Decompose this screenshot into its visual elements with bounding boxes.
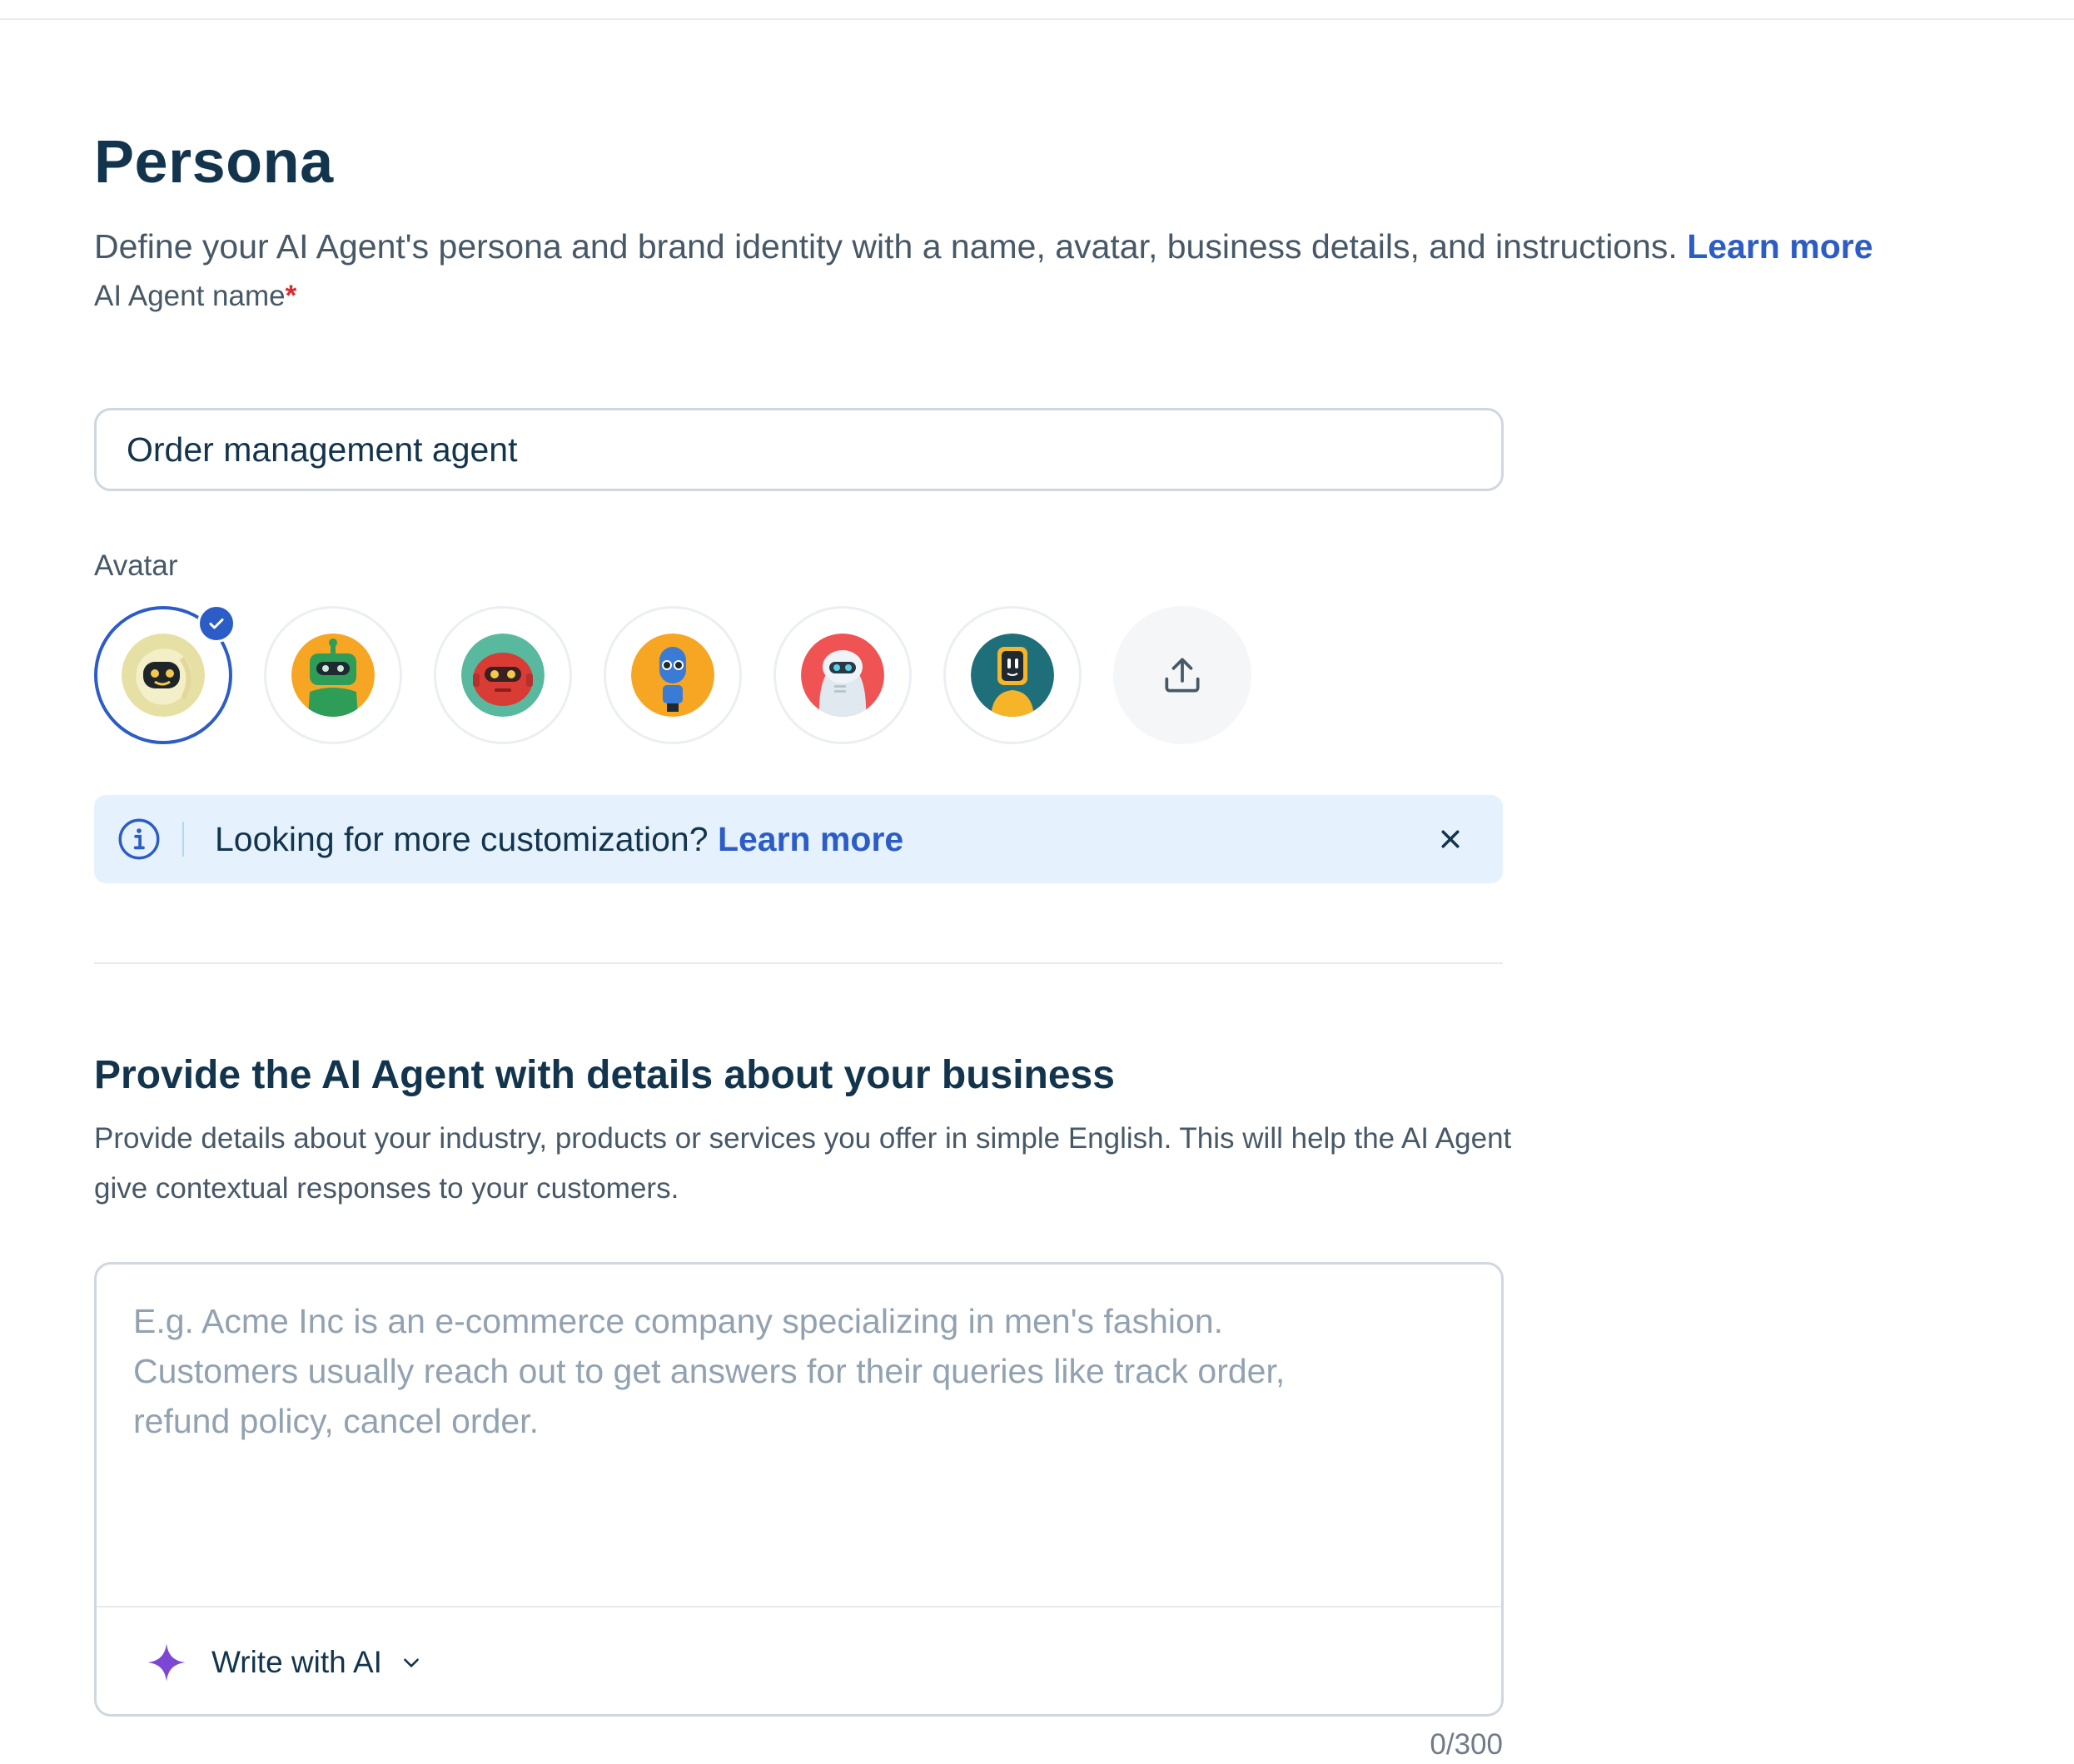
info-separator bbox=[182, 822, 184, 857]
write-with-ai-button[interactable]: Write with AI bbox=[145, 1639, 422, 1686]
avatar-option-3[interactable] bbox=[434, 606, 572, 744]
page-title: Persona bbox=[94, 129, 334, 196]
robot-avatar-icon bbox=[801, 634, 884, 717]
avatar-option-2[interactable] bbox=[264, 606, 402, 744]
sparkle-icon bbox=[147, 1643, 186, 1682]
close-banner-button[interactable] bbox=[1431, 820, 1470, 858]
agent-name-input[interactable] bbox=[94, 408, 1504, 491]
section-divider bbox=[94, 962, 1503, 964]
avatar-option-1[interactable] bbox=[94, 604, 236, 744]
write-with-ai-label: Write with AI bbox=[211, 1645, 382, 1679]
learn-more-link[interactable]: Learn more bbox=[1687, 227, 1873, 266]
character-counter: 0/300 bbox=[1430, 1728, 1503, 1761]
info-icon bbox=[118, 818, 160, 860]
avatar-label: Avatar bbox=[94, 549, 178, 582]
upload-avatar-button[interactable] bbox=[1113, 606, 1251, 744]
business-details-input[interactable] bbox=[97, 1265, 1501, 1606]
avatar-picker bbox=[94, 604, 1251, 744]
selected-check-icon bbox=[197, 604, 236, 643]
business-details-toolbar: Write with AI bbox=[97, 1606, 1501, 1716]
upload-icon bbox=[1165, 658, 1200, 693]
required-mark: * bbox=[285, 280, 297, 312]
business-details-box: Write with AI bbox=[94, 1262, 1504, 1717]
info-banner: Looking for more customization? Learn mo… bbox=[94, 795, 1503, 883]
chevron-down-icon bbox=[404, 1658, 419, 1667]
robot-avatar-icon bbox=[461, 634, 545, 717]
robot-avatar-icon bbox=[122, 634, 205, 717]
business-section-title: Provide the AI Agent with details about … bbox=[94, 1053, 1115, 1097]
avatar-option-6[interactable] bbox=[943, 606, 1082, 744]
info-banner-learn-more-link[interactable]: Learn more bbox=[718, 820, 903, 858]
info-banner-message: Looking for more customization? Learn mo… bbox=[215, 815, 903, 863]
agent-name-label: AI Agent name* bbox=[94, 278, 296, 315]
page-description-text: Define your AI Agent's persona and brand… bbox=[94, 227, 1678, 266]
robot-avatar-icon bbox=[971, 634, 1054, 717]
top-divider bbox=[0, 18, 2074, 20]
robot-avatar-icon bbox=[631, 634, 714, 717]
avatar-option-4[interactable] bbox=[604, 606, 742, 744]
close-icon bbox=[1441, 830, 1460, 848]
info-banner-text: Looking for more customization? bbox=[215, 820, 709, 858]
robot-avatar-icon bbox=[291, 634, 375, 717]
page-description: Define your AI Agent's persona and brand… bbox=[94, 223, 1873, 270]
avatar-option-5[interactable] bbox=[773, 606, 912, 744]
business-section-description: Provide details about your industry, pro… bbox=[94, 1122, 1512, 1205]
agent-name-label-text: AI Agent name bbox=[94, 280, 286, 312]
